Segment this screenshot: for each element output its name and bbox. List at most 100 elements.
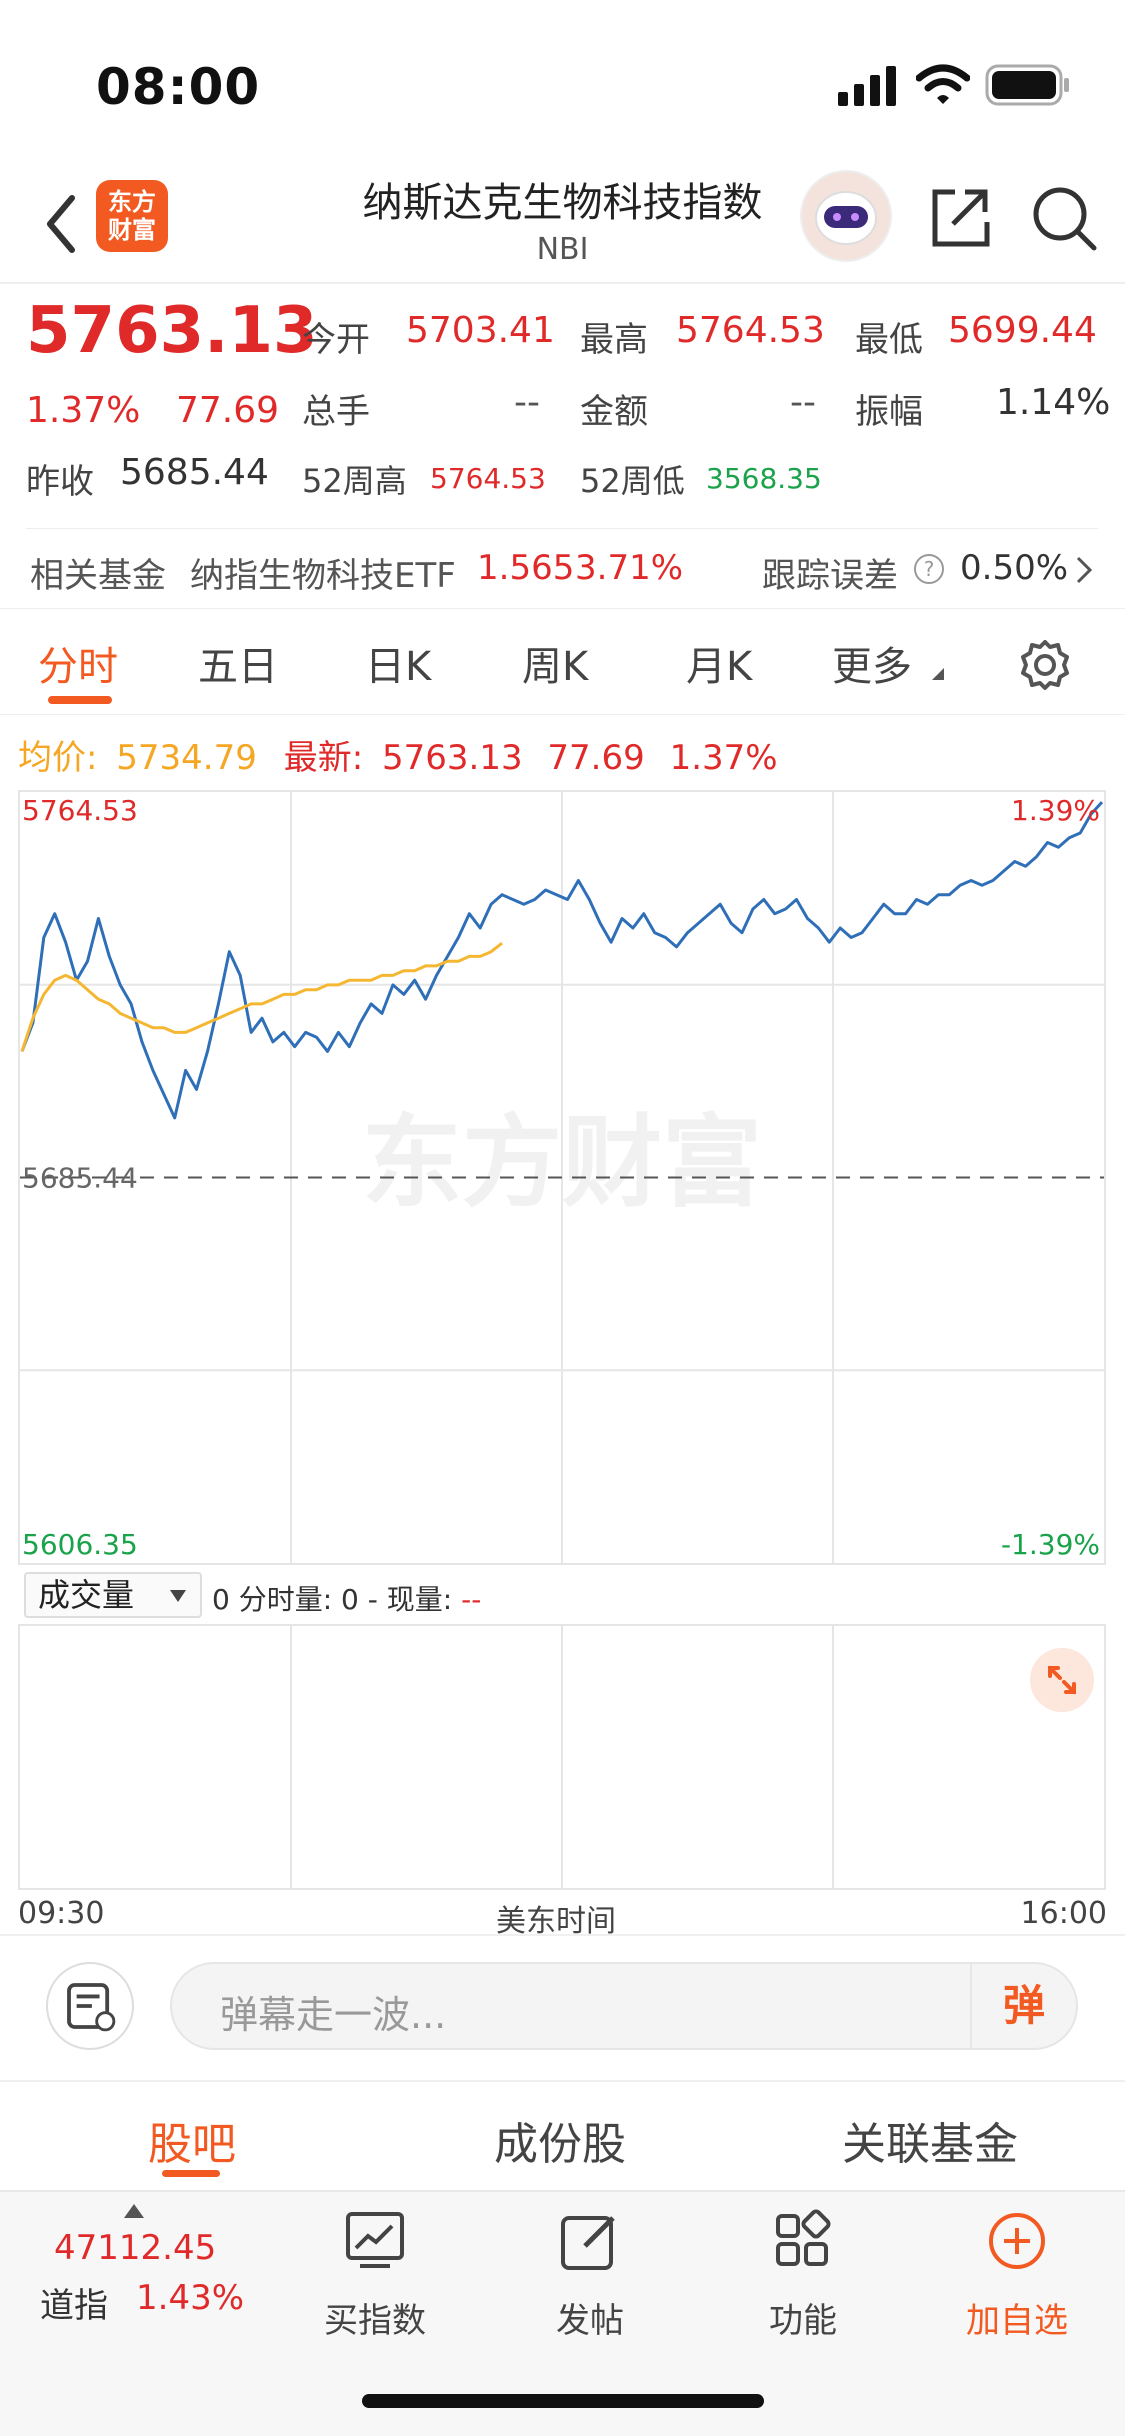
nav-add-watchlist[interactable]: 加自选 xyxy=(942,2206,1092,2342)
tab-related-funds[interactable]: 关联基金 xyxy=(842,2108,1018,2172)
grid-apps-icon xyxy=(776,2209,831,2266)
share-icon[interactable] xyxy=(925,182,995,252)
edit-icon xyxy=(561,2216,615,2270)
more-dropdown-icon xyxy=(932,668,944,680)
nav-post-label: 发帖 xyxy=(556,2301,624,2341)
tab-active-indicator xyxy=(48,696,112,704)
axis-divider xyxy=(0,1934,1125,1936)
stock-header: 东方 财富 纳斯达克生物科技指数 NBI xyxy=(0,170,1125,282)
change-amount: 77.69 xyxy=(176,390,280,431)
change-pct: 1.37% xyxy=(26,390,141,431)
battery-icon xyxy=(985,64,1069,106)
bottom-section-tabs: 股吧 成份股 关联基金 xyxy=(0,2090,1125,2190)
latest-change-value: 77.69 xyxy=(547,738,645,778)
quote-panel: 5763.13 1.37% 77.69 今开 5703.41 最高 5764.5… xyxy=(0,292,1125,522)
chart-trend-icon xyxy=(346,2212,404,2268)
amplitude-label: 振幅 xyxy=(855,392,923,432)
latest-price-value: 5763.13 xyxy=(381,738,523,778)
low-label: 最低 xyxy=(855,320,923,360)
volume-chart[interactable] xyxy=(18,1624,1106,1890)
danmu-send-button[interactable]: 弹 xyxy=(970,1964,1076,2048)
dow-index-name: 道指 xyxy=(40,2286,108,2326)
avg-price-line xyxy=(20,942,503,1052)
latest-price-label: 最新: xyxy=(283,738,364,778)
nav-add-watchlist-label: 加自选 xyxy=(966,2301,1068,2341)
up-arrow-icon xyxy=(124,2204,144,2218)
pct-top-label: 1.39% xyxy=(1011,794,1100,827)
latest-pct-value: 1.37% xyxy=(669,738,778,778)
tabs-divider xyxy=(0,714,1125,715)
price-summary-row: 均价: 5734.79 最新: 5763.13 77.69 1.37% xyxy=(18,730,778,779)
fund-divider xyxy=(0,608,1125,609)
open-value: 5703.41 xyxy=(406,310,555,351)
status-time: 08:00 xyxy=(96,58,261,116)
tab-five-day[interactable]: 五日 xyxy=(198,634,278,692)
help-icon[interactable]: ? xyxy=(912,552,946,586)
fund-change: 3.71% xyxy=(575,548,684,588)
related-fund-row[interactable]: 相关基金 纳指生物科技ETF 1.565 3.71% 跟踪误差 ? 0.50% xyxy=(0,538,1125,598)
w52-low-label: 52周低 xyxy=(580,462,685,500)
high-label: 最高 xyxy=(580,320,648,360)
danmu-bar: 弹幕走一波... 弹 xyxy=(0,1950,1125,2070)
volume-info: 0 分时量: 0 - 现量: -- xyxy=(212,1578,481,1618)
avg-price-label: 均价: xyxy=(18,738,98,778)
dow-index-widget[interactable]: 47112.45 道指 1.43% xyxy=(0,2192,244,2342)
y-top-label: 5764.53 xyxy=(22,794,138,827)
nav-functions[interactable]: 功能 xyxy=(728,2206,878,2342)
volume-value: -- xyxy=(514,382,540,423)
y-bottom-label: 5606.35 xyxy=(22,1528,138,1561)
danmu-divider xyxy=(0,2080,1125,2082)
high-value: 5764.53 xyxy=(676,310,825,351)
wifi-icon xyxy=(916,64,970,104)
pct-bottom-label: -1.39% xyxy=(1001,1528,1100,1561)
tracking-error-value: 0.50% xyxy=(960,548,1069,588)
nav-buy-index[interactable]: 买指数 xyxy=(300,2206,450,2342)
chevron-right-icon xyxy=(1076,556,1093,584)
settings-gear-icon[interactable] xyxy=(1018,638,1072,692)
fund-label: 相关基金 xyxy=(30,556,166,596)
chart-watermark: 东方财富 xyxy=(362,1104,762,1221)
add-circle-icon xyxy=(989,2213,1045,2269)
quote-divider xyxy=(26,528,1098,529)
open-label: 今开 xyxy=(302,320,370,360)
volume-toolbar: 成交量 0 分时量: 0 - 现量: -- xyxy=(0,1570,1125,1620)
time-start-label: 09:30 xyxy=(18,1896,105,1931)
current-price: 5763.13 xyxy=(26,294,318,368)
danmu-input[interactable]: 弹幕走一波... 弹 xyxy=(170,1962,1078,2050)
header-divider xyxy=(0,282,1125,284)
current-volume-value: -- xyxy=(461,1583,482,1616)
volume-select-label: 成交量 xyxy=(38,1576,135,1614)
tab-monthly-k[interactable]: 月K xyxy=(686,634,752,692)
amount-value: -- xyxy=(790,382,816,423)
tracking-error-label: 跟踪误差 xyxy=(762,556,898,596)
volume-indicator-select[interactable]: 成交量 xyxy=(24,1572,202,1618)
expand-icon[interactable] xyxy=(1030,1648,1094,1712)
low-value: 5699.44 xyxy=(948,310,1097,351)
danmu-settings-icon[interactable] xyxy=(46,1962,134,2050)
tab-more[interactable]: 更多 xyxy=(832,634,912,692)
prev-close-value: 5685.44 xyxy=(120,452,269,493)
avg-price-value: 5734.79 xyxy=(116,738,257,778)
dow-index-value: 47112.45 xyxy=(54,2228,217,2268)
tab-stock-forum[interactable]: 股吧 xyxy=(148,2108,236,2172)
assistant-robot-icon[interactable] xyxy=(800,170,892,262)
search-icon[interactable] xyxy=(1030,184,1100,254)
intraday-chart-svg: 东方财富 5764.53 5685.44 5606.35 1.39% -1.39… xyxy=(20,792,1104,1563)
tab-weekly-k[interactable]: 周K xyxy=(522,634,588,692)
w52-high-label: 52周高 xyxy=(302,462,407,500)
intraday-chart[interactable]: 东方财富 5764.53 5685.44 5606.35 1.39% -1.39… xyxy=(18,790,1106,1565)
volume-info-text: 0 分时量: 0 - 现量: xyxy=(212,1583,453,1616)
tab-daily-k[interactable]: 日K xyxy=(365,634,431,692)
danmu-placeholder: 弹幕走一波... xyxy=(220,1993,447,2037)
tab-intraday[interactable]: 分时 xyxy=(38,634,118,692)
fund-price: 1.565 xyxy=(477,548,575,588)
prev-close-label: 昨收 xyxy=(26,462,94,502)
status-bar: 08:00 xyxy=(0,0,1125,170)
y-mid-label: 5685.44 xyxy=(22,1162,138,1195)
svg-text:?: ? xyxy=(924,557,935,581)
dropdown-arrow-icon xyxy=(170,1590,186,1602)
tab-constituents[interactable]: 成份股 xyxy=(494,2108,626,2172)
nav-buy-index-label: 买指数 xyxy=(324,2301,426,2341)
dow-index-pct: 1.43% xyxy=(136,2278,245,2318)
nav-post[interactable]: 发帖 xyxy=(515,2206,665,2342)
